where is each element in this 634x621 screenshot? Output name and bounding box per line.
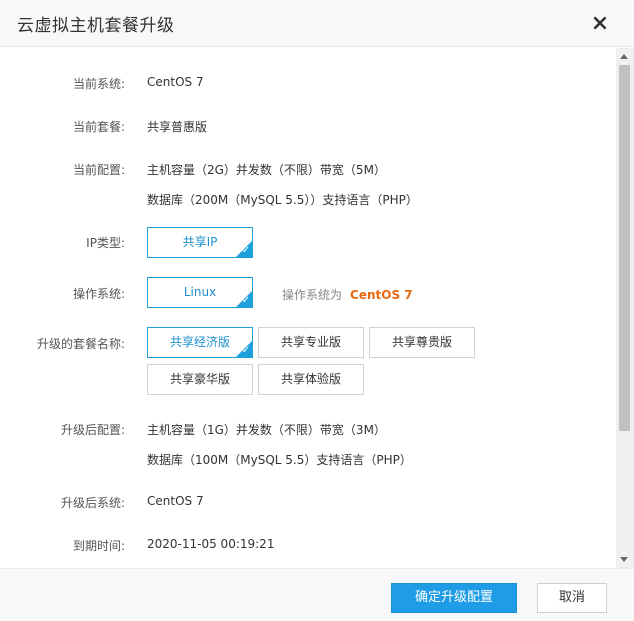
new-system-value: CentOS 7 (147, 494, 204, 508)
new-config-label: 升级后配置: (60, 423, 125, 437)
upgrade-plan-label: 升级的套餐名称: (36, 337, 125, 351)
plan-option-label: 共享尊贵版 (391, 335, 452, 349)
dialog-footer: 确定升级配置 取消 (0, 568, 634, 621)
expire-label: 到期时间: (72, 539, 125, 553)
scrollbar-thumb[interactable] (619, 65, 630, 431)
current-plan-value: 共享普惠版 (147, 120, 208, 134)
plan-option-trial[interactable]: 共享体验版 (258, 364, 364, 395)
dialog-body: 当前系统: CentOS 7 当前套餐: 共享普惠版 当前配置: 主机容量（2G… (0, 48, 616, 568)
current-config-line1: 主机容量（2G）并发数（不限）带宽（5M） (147, 163, 386, 177)
os-option-linux[interactable]: Linux ✓ (147, 277, 253, 308)
ip-type-option-label: 共享IP (182, 235, 218, 249)
scroll-up-icon[interactable] (620, 54, 628, 59)
plan-option-economy[interactable]: 共享经济版 ✓ (147, 327, 253, 358)
os-label: 操作系统: (72, 287, 125, 301)
plan-option-premium[interactable]: 共享尊贵版 (369, 327, 475, 358)
ip-type-label: IP类型: (86, 236, 125, 250)
plan-option-label: 共享豪华版 (169, 372, 230, 386)
current-system-label: 当前系统: (72, 77, 125, 91)
confirm-upgrade-button[interactable]: 确定升级配置 (391, 583, 517, 613)
plan-option-label: 共享体验版 (280, 372, 341, 386)
os-note-prefix: 操作系统为 (282, 288, 343, 302)
check-icon: ✓ (241, 345, 251, 356)
ip-type-option-shared[interactable]: 共享IP ✓ (147, 227, 253, 258)
cancel-button[interactable]: 取消 (537, 583, 607, 613)
dialog-header: 云虚拟主机套餐升级 × (0, 0, 634, 47)
os-note: 操作系统为 CentOS 7 (282, 286, 413, 303)
check-icon: ✓ (241, 295, 251, 306)
plan-option-label: 共享专业版 (280, 335, 341, 349)
check-icon: ✓ (241, 245, 251, 256)
plan-option-label: 共享经济版 (169, 335, 230, 349)
close-icon[interactable]: × (588, 12, 612, 36)
current-system-value: CentOS 7 (147, 75, 204, 89)
plan-option-professional[interactable]: 共享专业版 (258, 327, 364, 358)
os-note-value: CentOS 7 (350, 288, 413, 302)
expire-value: 2020-11-05 00:19:21 (147, 537, 275, 551)
vertical-scrollbar[interactable] (616, 48, 634, 568)
current-config-line2: 数据库（200M（MySQL 5.5））支持语言（PHP） (147, 193, 418, 207)
plan-option-deluxe[interactable]: 共享豪华版 (147, 364, 253, 395)
dialog-title: 云虚拟主机套餐升级 (17, 16, 175, 36)
current-config-label: 当前配置: (72, 163, 125, 177)
new-system-label: 升级后系统: (60, 496, 125, 510)
new-config-line1: 主机容量（1G）并发数（不限）带宽（3M） (147, 423, 386, 437)
os-option-label: Linux (183, 285, 217, 299)
new-config-line2: 数据库（100M（MySQL 5.5）支持语言（PHP） (147, 453, 412, 467)
current-plan-label: 当前套餐: (72, 120, 125, 134)
scroll-down-icon[interactable] (620, 557, 628, 562)
